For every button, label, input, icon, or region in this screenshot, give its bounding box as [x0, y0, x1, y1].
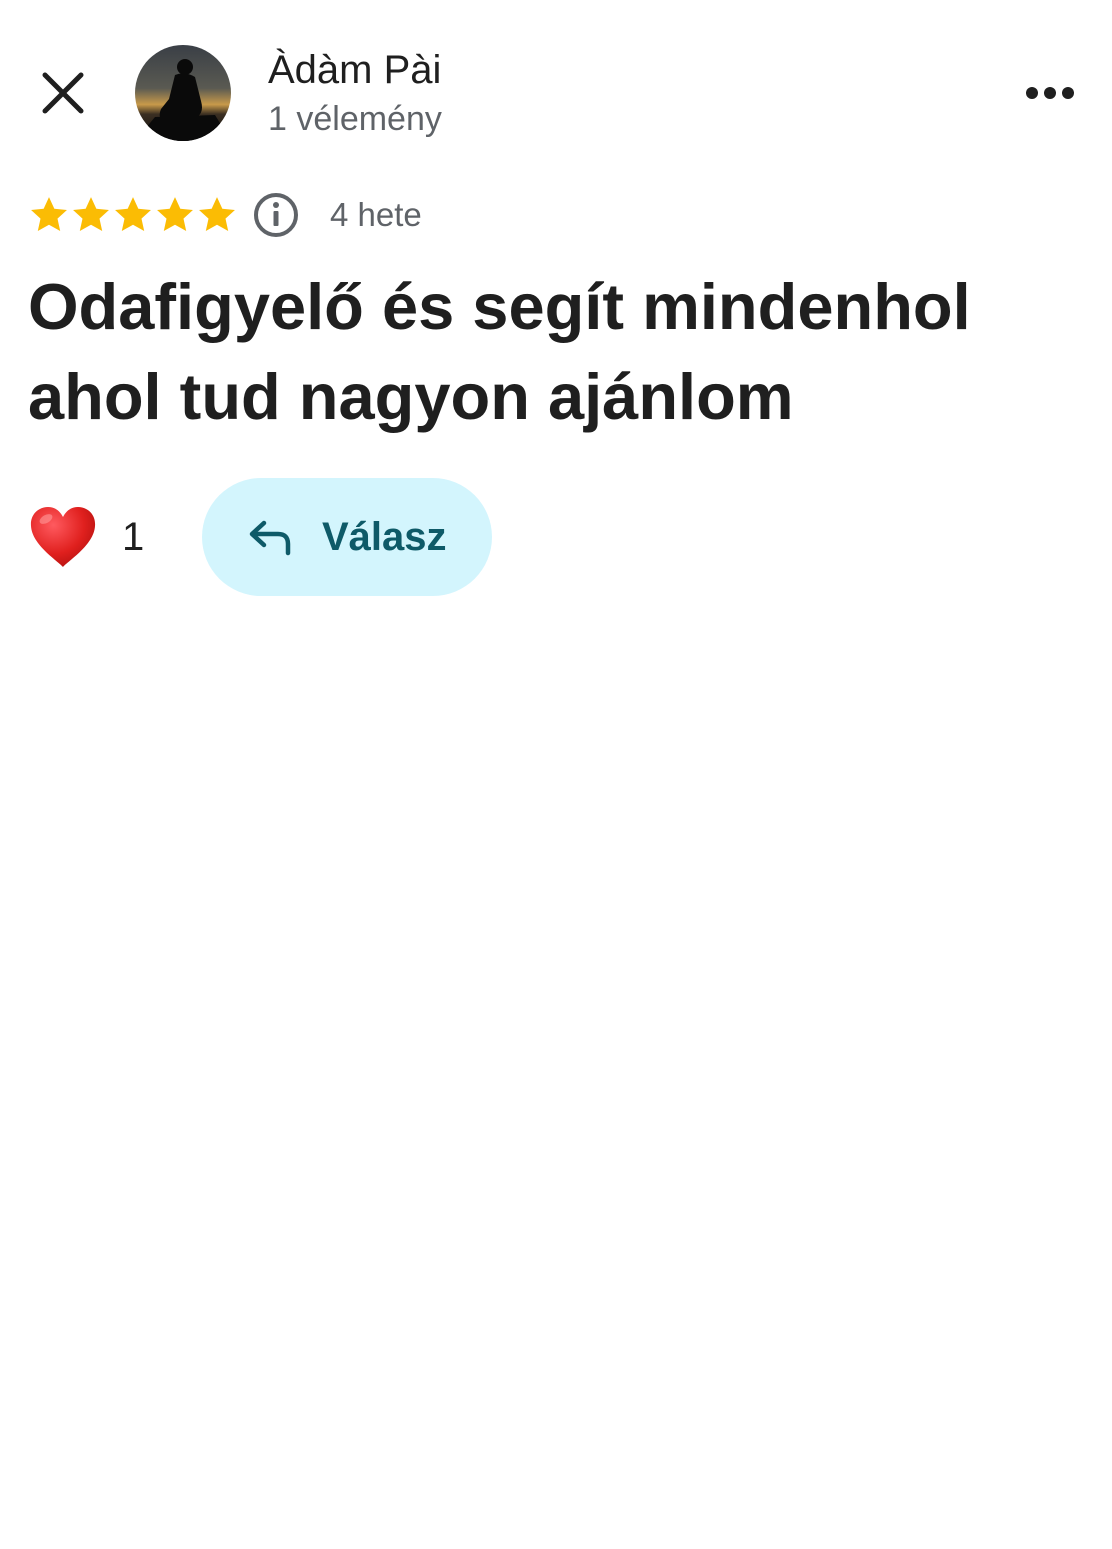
star-icon — [199, 197, 235, 232]
like-count: 1 — [122, 514, 145, 559]
close-icon — [42, 72, 84, 114]
heart-icon — [30, 507, 96, 567]
reply-arrow-icon — [249, 520, 291, 556]
reply-label: Válasz — [321, 514, 447, 559]
star-icon — [73, 197, 109, 232]
more-options-button[interactable] — [1014, 66, 1086, 120]
author-name[interactable]: Àdàm Pài — [268, 46, 441, 94]
avatar[interactable] — [135, 45, 231, 141]
star-icon — [115, 197, 151, 232]
reply-button[interactable]: Válasz — [202, 478, 493, 596]
author-review-count[interactable]: 1 vélemény — [268, 98, 442, 140]
avatar-image — [135, 45, 231, 141]
star-icon — [31, 197, 67, 232]
info-icon[interactable] — [252, 191, 300, 239]
review-text: Odafigyelő és segít mindenhol ahol tud n… — [28, 270, 971, 433]
star-rating — [28, 194, 238, 236]
review-age: 4 hete — [330, 196, 422, 233]
like-button[interactable]: 1 — [28, 505, 144, 569]
rating-row: 4 hete — [28, 190, 422, 240]
more-horizontal-icon — [1026, 87, 1074, 99]
review-actions: 1 Válasz — [28, 478, 493, 596]
close-button[interactable] — [30, 60, 96, 126]
star-icon — [157, 197, 193, 232]
